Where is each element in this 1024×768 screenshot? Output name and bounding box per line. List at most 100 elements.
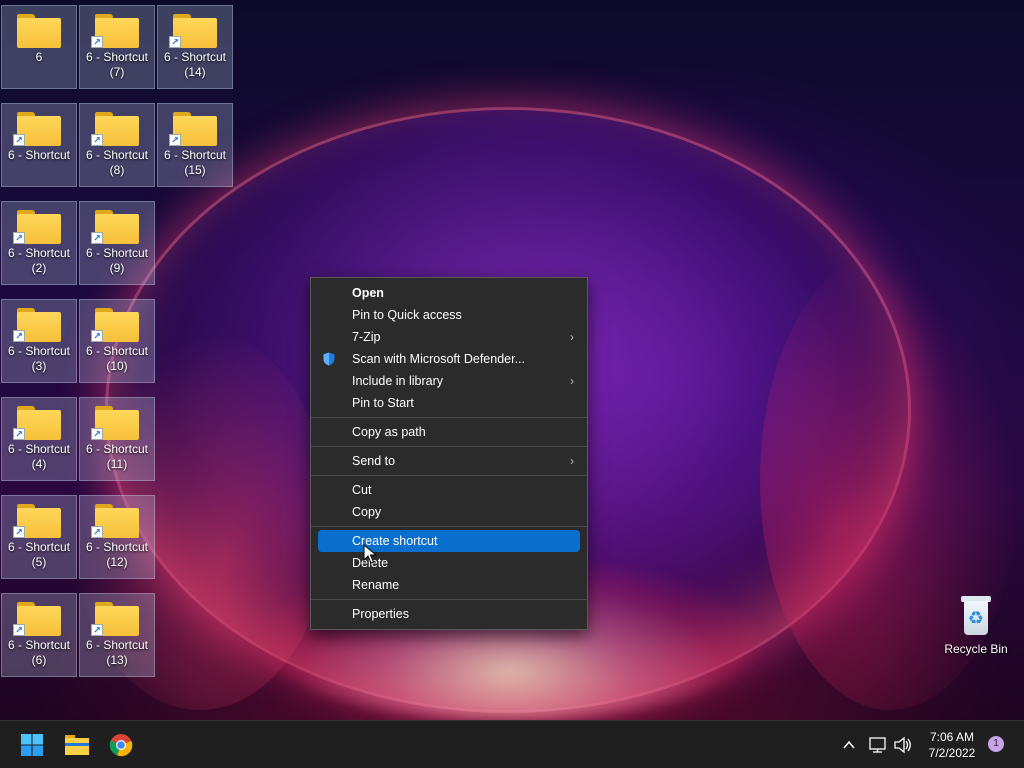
menu-item-scan-defender[interactable]: Scan with Microsoft Defender... xyxy=(318,348,580,370)
folder-icon: ↗ xyxy=(91,406,139,440)
desktop-icon-label: 6 - Shortcut (10) xyxy=(85,344,149,373)
shortcut-arrow-icon: ↗ xyxy=(13,134,25,146)
desktop-icon-label: 6 - Shortcut (4) xyxy=(7,442,71,471)
notification-badge[interactable]: 1 xyxy=(988,736,1004,752)
menu-item-label: Include in library xyxy=(352,374,444,388)
menu-item-label: Rename xyxy=(352,578,400,592)
shortcut-arrow-icon: ↗ xyxy=(91,36,103,48)
menu-separator xyxy=(311,599,587,600)
show-hidden-icons-button[interactable] xyxy=(842,721,862,768)
desktop-shortcut-12[interactable]: ↗ 6 - Shortcut (12) xyxy=(79,495,155,579)
folder-icon: ↗ xyxy=(91,112,139,146)
shortcut-arrow-icon: ↗ xyxy=(91,232,103,244)
menu-item-properties[interactable]: Properties xyxy=(318,603,580,625)
menu-item-label: Cut xyxy=(352,483,372,497)
folder-icon: ↗ xyxy=(91,210,139,244)
shortcut-arrow-icon: ↗ xyxy=(91,330,103,342)
shortcut-arrow-icon: ↗ xyxy=(13,232,25,244)
desktop-icon-label: 6 - Shortcut (6) xyxy=(7,638,71,667)
windows-logo-icon xyxy=(21,734,43,756)
desktop-shortcut-8[interactable]: ↗ 6 - Shortcut (8) xyxy=(79,103,155,187)
chrome-icon xyxy=(109,734,133,757)
desktop-shortcut-2[interactable]: ↗ 6 - Shortcut (2) xyxy=(1,201,77,285)
menu-item-cut[interactable]: Cut xyxy=(318,479,580,501)
shortcut-arrow-icon: ↗ xyxy=(91,428,103,440)
folder-icon: ↗ xyxy=(13,112,61,146)
context-menu: Open Pin to Quick access 7-Zip › Scan wit… xyxy=(310,277,588,630)
desktop-shortcut-3[interactable]: ↗ 6 - Shortcut (3) xyxy=(1,299,77,383)
desktop-shortcut-11[interactable]: ↗ 6 - Shortcut (11) xyxy=(79,397,155,481)
desktop-shortcut-6[interactable]: ↗ 6 - Shortcut (6) xyxy=(1,593,77,677)
menu-separator xyxy=(311,526,587,527)
chevron-right-icon: › xyxy=(570,330,574,344)
menu-item-copy-as-path[interactable]: Copy as path xyxy=(318,421,580,443)
folder-icon xyxy=(17,14,61,48)
menu-item-7zip[interactable]: 7-Zip › xyxy=(318,326,580,348)
shortcut-arrow-icon: ↗ xyxy=(169,36,181,48)
menu-item-delete[interactable]: Delete xyxy=(318,552,580,574)
desktop-icon-label: 6 xyxy=(35,50,43,64)
menu-item-create-shortcut[interactable]: Create shortcut xyxy=(318,530,580,552)
menu-item-pin-quick-access[interactable]: Pin to Quick access xyxy=(318,304,580,326)
network-icon xyxy=(869,737,886,753)
shortcut-arrow-icon: ↗ xyxy=(13,428,25,440)
desktop-shortcut-13[interactable]: ↗ 6 - Shortcut (13) xyxy=(79,593,155,677)
shortcut-arrow-icon: ↗ xyxy=(91,526,103,538)
speaker-icon xyxy=(894,736,911,754)
folder-icon: ↗ xyxy=(13,406,61,440)
chrome-button[interactable] xyxy=(105,729,137,761)
desktop-shortcut-4[interactable]: ↗ 6 - Shortcut (4) xyxy=(1,397,77,481)
menu-item-rename[interactable]: Rename xyxy=(318,574,580,596)
menu-item-open[interactable]: Open xyxy=(318,282,580,304)
menu-item-include-library[interactable]: Include in library › xyxy=(318,370,580,392)
desktop-shortcut-10[interactable]: ↗ 6 - Shortcut (10) xyxy=(79,299,155,383)
recycle-bin-icon: ♻ xyxy=(961,596,991,636)
menu-item-label: Send to xyxy=(352,454,396,468)
file-explorer-button[interactable] xyxy=(61,729,93,761)
shortcut-arrow-icon: ↗ xyxy=(13,330,25,342)
menu-separator xyxy=(311,475,587,476)
folder-icon: ↗ xyxy=(13,308,61,342)
chevron-right-icon: › xyxy=(570,374,574,388)
menu-item-label: Open xyxy=(352,286,384,300)
volume-icon-button[interactable] xyxy=(893,721,915,768)
folder-icon: ↗ xyxy=(169,112,217,146)
shortcut-arrow-icon: ↗ xyxy=(13,526,25,538)
menu-item-copy[interactable]: Copy xyxy=(318,501,580,523)
desktop-shortcut-5[interactable]: ↗ 6 - Shortcut (5) xyxy=(1,495,77,579)
desktop-shortcut-14[interactable]: ↗ 6 - Shortcut (14) xyxy=(157,5,233,89)
menu-item-send-to[interactable]: Send to › xyxy=(318,450,580,472)
shortcut-arrow-icon: ↗ xyxy=(91,134,103,146)
desktop-folder-6[interactable]: 6 xyxy=(1,5,77,89)
desktop-shortcut-15[interactable]: ↗ 6 - Shortcut (15) xyxy=(157,103,233,187)
desktop-icon-label: 6 - Shortcut (7) xyxy=(85,50,149,79)
menu-item-pin-start[interactable]: Pin to Start xyxy=(318,392,580,414)
folder-icon: ↗ xyxy=(91,14,139,48)
taskbar: 7:06 AM 7/2/2022 xyxy=(0,720,1024,768)
shortcut-arrow-icon: ↗ xyxy=(13,624,25,636)
recycle-bin-label: Recycle Bin xyxy=(944,642,1008,656)
shortcut-arrow-icon: ↗ xyxy=(169,134,181,146)
desktop-icon-label: 6 - Shortcut xyxy=(7,148,71,162)
desktop-icon-label: 6 - Shortcut (8) xyxy=(85,148,149,177)
folder-icon: ↗ xyxy=(91,504,139,538)
menu-item-label: Scan with Microsoft Defender... xyxy=(352,352,525,366)
folder-icon: ↗ xyxy=(91,308,139,342)
desktop-shortcut-9[interactable]: ↗ 6 - Shortcut (9) xyxy=(79,201,155,285)
desktop-icon-label: 6 - Shortcut (9) xyxy=(85,246,149,275)
desktop-shortcut-7[interactable]: ↗ 6 - Shortcut (7) xyxy=(79,5,155,89)
recycle-bin[interactable]: ♻ Recycle Bin xyxy=(940,596,1012,666)
menu-item-label: Pin to Start xyxy=(352,396,414,410)
menu-item-label: Copy xyxy=(352,505,382,519)
start-button[interactable] xyxy=(16,729,48,761)
folder-icon: ↗ xyxy=(13,602,61,636)
menu-separator xyxy=(311,417,587,418)
chevron-right-icon: › xyxy=(570,454,574,468)
clock-date: 7/2/2022 xyxy=(928,746,976,760)
clock-time: 7:06 AM xyxy=(929,730,975,744)
menu-separator xyxy=(311,446,587,447)
menu-item-label: Copy as path xyxy=(352,425,426,439)
network-icon-button[interactable] xyxy=(868,721,890,768)
clock[interactable]: 7:06 AM 7/2/2022 xyxy=(918,729,986,761)
desktop-shortcut-1[interactable]: ↗ 6 - Shortcut xyxy=(1,103,77,187)
